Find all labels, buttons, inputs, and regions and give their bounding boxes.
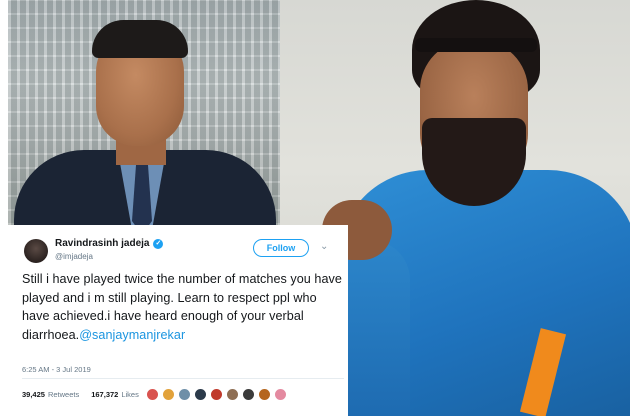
tweet-stats: 39,425 Retweets 167,372 Likes xyxy=(22,390,151,399)
likes-label: Likes xyxy=(121,390,139,399)
chevron-down-icon[interactable]: ⌄ xyxy=(320,241,328,252)
headband xyxy=(415,38,537,52)
liker-avatar[interactable] xyxy=(226,388,239,401)
author-row: Ravindrasinh jadeja ✓ xyxy=(55,238,164,249)
liker-avatar[interactable] xyxy=(258,388,271,401)
mention-link[interactable]: @sanjaymanjrekar xyxy=(79,328,185,342)
retweets-stat[interactable]: 39,425 Retweets xyxy=(22,390,79,399)
liker-avatar[interactable] xyxy=(162,388,175,401)
liker-avatar[interactable] xyxy=(274,388,287,401)
tweet-timestamp[interactable]: 6:25 AM - 3 Jul 2019 xyxy=(22,365,91,374)
verified-icon: ✓ xyxy=(153,238,164,249)
divider xyxy=(22,378,344,379)
liker-avatar[interactable] xyxy=(242,388,255,401)
likes-count: 167,372 xyxy=(91,390,119,399)
liker-avatar[interactable] xyxy=(146,388,159,401)
liker-avatars xyxy=(146,388,287,401)
liker-avatar[interactable] xyxy=(178,388,191,401)
user-handle[interactable]: @imjadeja xyxy=(55,252,93,261)
tweet-card: Ravindrasinh jadeja ✓ @imjadeja Follow ⌄… xyxy=(8,225,348,416)
liker-avatar[interactable] xyxy=(210,388,223,401)
hair xyxy=(92,20,188,58)
follow-button[interactable]: Follow xyxy=(253,239,309,257)
retweets-label: Retweets xyxy=(47,390,80,399)
tweet-text: Still i have played twice the number of … xyxy=(22,270,344,344)
likes-stat[interactable]: 167,372 Likes xyxy=(91,390,139,399)
photo-commentator xyxy=(8,0,280,225)
avatar[interactable] xyxy=(24,239,48,263)
display-name[interactable]: Ravindrasinh jadeja xyxy=(55,238,149,249)
liker-avatar[interactable] xyxy=(194,388,207,401)
retweets-count: 39,425 xyxy=(22,390,45,399)
